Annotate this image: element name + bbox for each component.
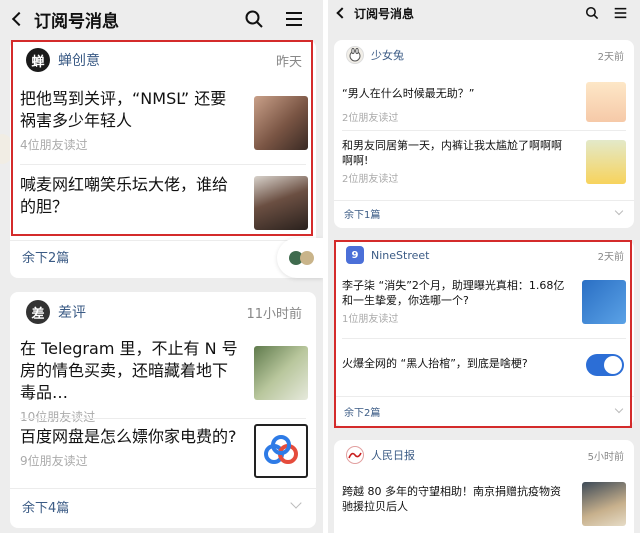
article-thumbnail	[586, 82, 626, 122]
article-thumbnail	[254, 176, 308, 230]
avatar: 蝉	[26, 48, 50, 72]
list-item[interactable]: 在 Telegram 里，不止有 N 号房的情色买卖，还暗藏着地下毒品… 10位…	[20, 338, 308, 424]
list-item[interactable]: 百度网盘是怎么嫖你家电费的? 9位朋友读过	[20, 424, 308, 486]
timestamp: 5小时前	[587, 451, 624, 463]
divider	[334, 396, 634, 397]
header-bar: 订阅号消息	[328, 0, 640, 26]
article-thumbnail	[586, 140, 626, 184]
left-screen: 订阅号消息 蝉 蝉创意 昨天 把他骂到关评，“NMSL” 还要祸害多少年轻人 4…	[0, 0, 323, 533]
account-name[interactable]: 蝉创意	[58, 50, 100, 70]
divider	[334, 200, 634, 201]
article-card: 差 差评 11小时前 在 Telegram 里，不止有 N 号房的情色买卖，还暗…	[10, 292, 316, 528]
chevron-down-icon[interactable]	[290, 497, 302, 509]
search-icon[interactable]	[584, 5, 600, 21]
article-title: 百度网盘是怎么嫖你家电费的?	[20, 427, 237, 446]
article-thumbnail	[582, 280, 626, 324]
floating-window-button[interactable]	[277, 238, 323, 278]
article-thumbnail	[582, 482, 626, 526]
divider	[342, 338, 626, 339]
list-item[interactable]: “男人在什么时候最无助？” 2位朋友读过	[342, 82, 626, 136]
card-header[interactable]: 9 NineStreet 2天前	[334, 240, 634, 270]
avatar	[346, 46, 364, 64]
article-thumbnail	[254, 96, 308, 150]
article-card: 少女兔 2天前 “男人在什么时候最无助？” 2位朋友读过 和男友同居第一天，内裤…	[334, 40, 634, 228]
list-item[interactable]: 把他骂到关评，“NMSL” 还要祸害多少年轻人 4位朋友读过	[20, 88, 308, 166]
right-screen: 订阅号消息 少女兔 2天前 “男人在什么时候最无助？” 2位朋友读过 和男友同居…	[328, 0, 640, 533]
divider	[10, 488, 316, 489]
avatar: 差	[26, 300, 50, 324]
back-arrow-icon[interactable]	[11, 11, 27, 27]
article-thumbnail	[254, 424, 308, 478]
more-articles-link[interactable]: 余下4篇	[22, 497, 69, 516]
search-icon[interactable]	[243, 8, 265, 30]
article-title: 和男友同居第一天，内裤让我太尴尬了啊啊啊啊啊!	[342, 139, 562, 168]
account-name[interactable]: 少女兔	[371, 47, 404, 63]
avatar	[346, 446, 364, 464]
timestamp: 11小时前	[246, 306, 302, 322]
list-item[interactable]: 喊麦网红嘲笑乐坛大佬，谁给的胆？	[20, 174, 308, 244]
more-articles-link[interactable]: 余下2篇	[344, 404, 380, 419]
list-item[interactable]: 火爆全网的 “黑人抬棺”，到底是啥梗?	[342, 356, 626, 386]
card-header[interactable]: 人民日报 5小时前	[334, 440, 634, 470]
avatar: 9	[346, 246, 364, 264]
back-arrow-icon[interactable]	[336, 7, 348, 19]
menu-icon[interactable]	[283, 8, 305, 30]
card-header[interactable]: 差 差评 11小时前	[10, 292, 316, 332]
timestamp: 昨天	[275, 54, 302, 70]
read-count: 2位朋友读过	[342, 113, 399, 125]
article-title: 在 Telegram 里，不止有 N 号房的情色买卖，还暗藏着地下毒品…	[20, 339, 238, 403]
page-title: 订阅号消息	[34, 11, 119, 32]
article-card: 蝉 蝉创意 昨天 把他骂到关评，“NMSL” 还要祸害多少年轻人 4位朋友读过 …	[10, 40, 316, 278]
article-card: 9 NineStreet 2天前 李子柒 “消失”2个月，助理曝光真相：1.68…	[334, 240, 634, 426]
more-articles-link[interactable]: 余下1篇	[344, 206, 380, 221]
timestamp: 2天前	[597, 251, 624, 263]
list-item[interactable]: 跨越 80 多年的守望相助！南京捐赠抗疫物资驰援拉贝后人	[342, 482, 626, 533]
header-bar: 订阅号消息	[0, 0, 323, 38]
list-item[interactable]: 李子柒 “消失”2个月，助理曝光真相：1.68亿和一生挚爱，你选哪一个? 1位朋…	[342, 278, 626, 334]
article-thumbnail	[254, 346, 308, 400]
more-articles-link[interactable]: 余下2篇	[22, 247, 69, 266]
article-card: 人民日报 5小时前 跨越 80 多年的守望相助！南京捐赠抗疫物资驰援拉贝后人	[334, 440, 634, 533]
card-header[interactable]: 少女兔 2天前	[334, 40, 634, 70]
card-header[interactable]: 蝉 蝉创意 昨天	[10, 40, 316, 80]
chevron-down-icon[interactable]	[614, 404, 624, 414]
article-title: 李子柒 “消失”2个月，助理曝光真相：1.68亿和一生挚爱，你选哪一个?	[342, 279, 565, 308]
toggle-switch[interactable]	[586, 354, 624, 376]
account-name[interactable]: 人民日报	[371, 447, 415, 463]
timestamp: 2天前	[597, 51, 624, 63]
article-title: “男人在什么时候最无助？”	[342, 87, 475, 100]
divider	[20, 164, 306, 165]
page-title: 订阅号消息	[354, 6, 415, 21]
read-count: 2位朋友读过	[342, 174, 399, 186]
account-name[interactable]: NineStreet	[371, 249, 429, 262]
article-title: 跨越 80 多年的守望相助！南京捐赠抗疫物资驰援拉贝后人	[342, 485, 561, 514]
divider	[20, 418, 306, 419]
divider	[10, 240, 316, 241]
chevron-down-icon[interactable]	[614, 206, 624, 216]
divider	[342, 130, 626, 131]
article-title: 火爆全网的 “黑人抬棺”，到底是啥梗?	[342, 357, 528, 370]
list-item[interactable]: 和男友同居第一天，内裤让我太尴尬了啊啊啊啊啊! 2位朋友读过	[342, 138, 626, 194]
account-name[interactable]: 差评	[58, 302, 86, 322]
read-count: 10位朋友读过	[20, 408, 308, 425]
article-title: 把他骂到关评，“NMSL” 还要祸害多少年轻人	[20, 89, 227, 131]
menu-icon[interactable]	[612, 5, 628, 21]
article-title: 喊麦网红嘲笑乐坛大佬，谁给的胆？	[20, 175, 229, 217]
